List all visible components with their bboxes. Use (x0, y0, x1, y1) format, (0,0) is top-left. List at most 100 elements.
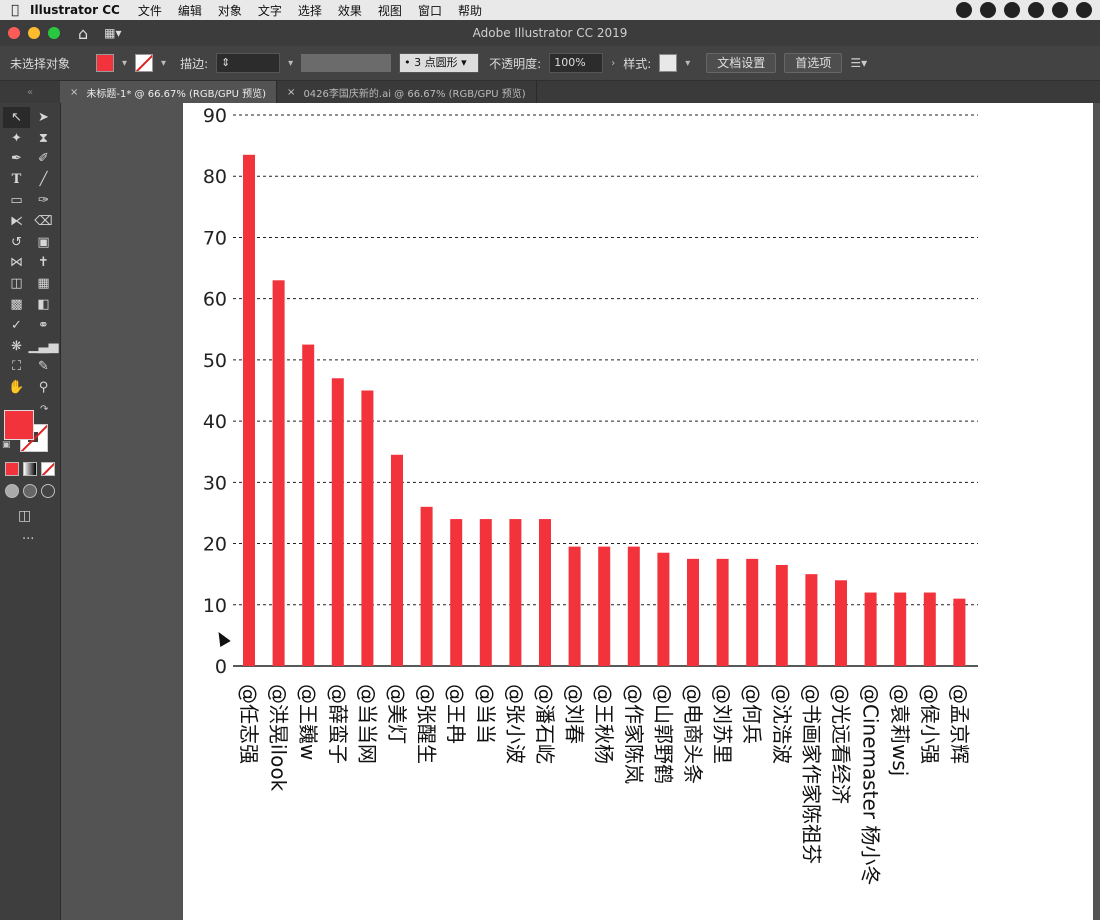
close-tab-icon[interactable]: × (70, 87, 78, 98)
curvature-tool-icon[interactable]: ✐ (30, 149, 57, 170)
bar[interactable] (450, 519, 463, 666)
menu-window[interactable]: 窗口 (418, 2, 442, 19)
opacity-dropdown-icon[interactable]: › (611, 58, 615, 69)
default-fill-stroke-icon[interactable]: ▣ (2, 440, 11, 450)
status-icon-3[interactable] (1004, 2, 1020, 18)
brush-definition-field[interactable]: • 3 点圆形 ▾ (399, 53, 480, 73)
draw-behind-icon[interactable] (23, 484, 37, 499)
minimize-window-icon[interactable] (28, 27, 40, 39)
status-icon-1[interactable] (956, 2, 972, 18)
status-icon-2[interactable] (980, 2, 996, 18)
app-name-menu[interactable]: Illustrator CC (30, 3, 120, 17)
edit-toolbar-button[interactable]: ··· (22, 532, 60, 547)
menu-type[interactable]: 文字 (258, 2, 282, 19)
paintbrush-tool-icon[interactable]: ✑ (30, 190, 57, 211)
rectangle-tool-icon[interactable]: ▭ (3, 190, 30, 211)
menu-file[interactable]: 文件 (138, 2, 162, 19)
pen-tool-icon[interactable]: ✒ (3, 149, 30, 170)
width-tool-icon[interactable]: ⋈ (3, 253, 30, 274)
home-icon[interactable]: ⌂ (78, 24, 88, 43)
bar[interactable] (657, 552, 670, 666)
bar[interactable] (835, 580, 847, 666)
panel-menu-icon[interactable]: ☰▾ (850, 56, 867, 70)
bar[interactable] (243, 154, 255, 667)
bar[interactable] (805, 574, 818, 666)
blend-tool-icon[interactable]: ⚭ (30, 315, 57, 336)
tab-0426-document[interactable]: × 0426李国庆新的.ai @ 66.67% (RGB/GPU 预览) (277, 81, 537, 103)
fill-color-swatch[interactable] (96, 54, 115, 72)
stroke-weight-field[interactable]: ⇕ (216, 53, 281, 73)
bar[interactable] (331, 378, 344, 666)
opacity-field[interactable]: 100% (549, 53, 604, 73)
bar[interactable] (953, 598, 966, 666)
style-dropdown-icon[interactable]: ▾ (685, 58, 690, 69)
direct-selection-tool-icon[interactable]: ➤ (30, 107, 57, 128)
column-graph-tool-icon[interactable]: ▁▃▅ (29, 336, 59, 357)
bar[interactable] (302, 344, 315, 666)
collapse-panels-icon[interactable]: « (0, 81, 60, 103)
bar[interactable] (627, 546, 640, 666)
type-tool-icon[interactable]: T (3, 169, 30, 190)
menu-select[interactable]: 选择 (298, 2, 322, 19)
status-icon-4[interactable] (1028, 2, 1044, 18)
artboard-tool-icon[interactable]: ⛶ (3, 357, 30, 378)
free-transform-tool-icon[interactable]: ◫ (3, 273, 30, 294)
stroke-color-swatch[interactable] (135, 54, 154, 72)
bar[interactable] (361, 390, 374, 667)
bar[interactable] (716, 558, 729, 666)
none-mode-icon[interactable] (41, 462, 55, 477)
menu-effect[interactable]: 效果 (338, 2, 362, 19)
mesh-tool-icon[interactable]: ▩ (3, 294, 30, 315)
eyedropper-tool-icon[interactable]: ✓ (3, 315, 30, 336)
selection-tool-icon[interactable]: ↖ (3, 107, 30, 128)
artboard[interactable]: 0 10 20 30 40 50 60 70 80 90 @任志强 @洪晃ilook @王巍w @薛蛮子 @… (183, 103, 1093, 920)
rotate-tool-icon[interactable]: ↺ (3, 232, 30, 253)
fill-box[interactable] (4, 410, 34, 441)
bar[interactable] (923, 592, 936, 666)
eraser-tool-icon[interactable]: ⌫ (30, 211, 57, 232)
status-icon-5[interactable] (1052, 2, 1068, 18)
shaper-tool-icon[interactable]: ⧔ (3, 211, 30, 232)
line-segment-tool-icon[interactable]: ╱ (30, 169, 57, 190)
lasso-tool-icon[interactable]: ⧗ (30, 128, 57, 149)
menu-object[interactable]: 对象 (218, 2, 242, 19)
puppet-warp-tool-icon[interactable]: ✝ (30, 253, 57, 274)
fill-dropdown-icon[interactable]: ▾ (122, 58, 127, 69)
symbol-sprayer-tool-icon[interactable]: ❋ (3, 336, 30, 357)
draw-inside-icon[interactable] (41, 484, 55, 499)
zoom-window-icon[interactable] (48, 27, 60, 39)
bar[interactable] (272, 280, 285, 666)
magic-wand-tool-icon[interactable]: ✦ (3, 128, 30, 149)
graphic-style-swatch[interactable] (659, 54, 678, 72)
perspective-grid-tool-icon[interactable]: ▦ (30, 273, 57, 294)
swap-fill-stroke-icon[interactable]: ↷ (40, 404, 48, 415)
arrange-documents-icon[interactable]: ▦▾ (104, 26, 121, 40)
scale-tool-icon[interactable]: ▣ (30, 232, 57, 253)
menu-view[interactable]: 视图 (378, 2, 402, 19)
close-tab-icon[interactable]: × (287, 87, 295, 98)
menu-edit[interactable]: 编辑 (178, 2, 202, 19)
status-icon-6[interactable] (1076, 2, 1092, 18)
slice-tool-icon[interactable]: ✎ (30, 357, 57, 378)
gradient-mode-icon[interactable] (23, 462, 37, 477)
zoom-tool-icon[interactable]: ⚲ (30, 377, 57, 398)
bar[interactable] (391, 454, 403, 666)
bar[interactable] (775, 564, 788, 666)
tab-untitled-1[interactable]: × 未标题-1* @ 66.67% (RGB/GPU 预览) (60, 81, 278, 103)
draw-normal-icon[interactable] (5, 484, 19, 499)
bar[interactable] (864, 592, 877, 666)
menu-help[interactable]: 帮助 (458, 2, 482, 19)
bar[interactable] (568, 546, 581, 666)
hand-tool-icon[interactable]: ✋ (3, 377, 30, 398)
bar[interactable] (746, 558, 759, 666)
bar[interactable] (420, 506, 433, 666)
bar[interactable] (479, 519, 492, 666)
preferences-button[interactable]: 首选项 (784, 53, 843, 73)
variable-width-profile[interactable] (301, 54, 392, 72)
stroke-weight-dropdown-icon[interactable]: ▾ (288, 58, 293, 69)
gradient-tool-icon[interactable]: ◧ (30, 294, 57, 315)
bar[interactable] (598, 546, 611, 666)
bar[interactable] (539, 519, 551, 666)
close-window-icon[interactable] (8, 27, 20, 39)
stroke-dropdown-icon[interactable]: ▾ (161, 58, 166, 69)
